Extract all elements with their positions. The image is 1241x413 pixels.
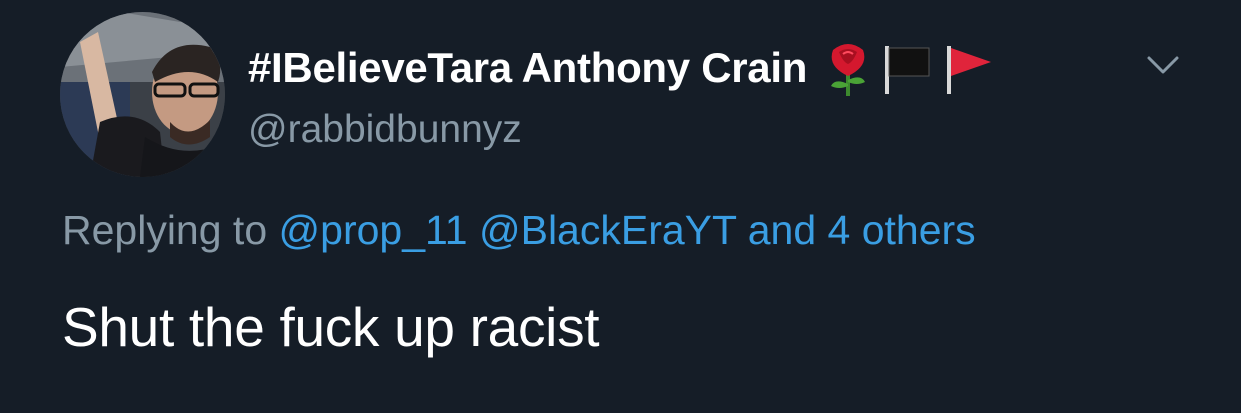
- black-flag-icon: [885, 46, 930, 94]
- mention-link[interactable]: @prop_11: [279, 207, 468, 253]
- handle[interactable]: @rabbidbunnyz: [248, 108, 522, 152]
- avatar-photo: [60, 12, 225, 177]
- others-link[interactable]: and 4 others: [748, 207, 976, 253]
- tweet-text: Shut the fuck up racist: [62, 296, 600, 358]
- replying-to-line: Replying to @prop_11 @BlackEraYT and 4 o…: [62, 207, 976, 254]
- mention-link[interactable]: @BlackEraYT: [479, 207, 736, 253]
- name-row: #IBelieveTara Anthony Crain: [248, 40, 997, 96]
- chevron-down-icon[interactable]: [1143, 50, 1183, 80]
- rose-icon: [831, 44, 866, 96]
- replying-to-label: Replying to: [62, 207, 268, 253]
- display-name[interactable]: #IBelieveTara Anthony Crain: [248, 44, 807, 92]
- avatar[interactable]: [60, 12, 225, 177]
- tweet: #IBelieveTara Anthony Crain @rabbidbunny…: [0, 0, 1241, 413]
- red-flag-icon: [947, 46, 992, 94]
